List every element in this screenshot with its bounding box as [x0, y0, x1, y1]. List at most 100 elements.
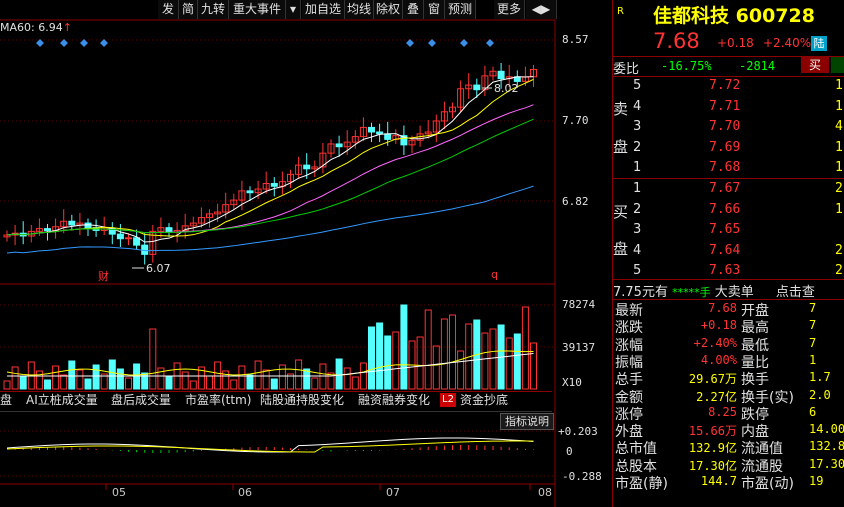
l2-badge: L2: [440, 393, 456, 407]
current-price: 7.68: [653, 29, 700, 53]
kline-chart[interactable]: [0, 0, 612, 507]
bid-level: 2: [633, 201, 642, 217]
bid-price: 7.64: [709, 242, 741, 258]
stat-value-2: 7: [809, 301, 817, 315]
candle-body: [44, 228, 51, 231]
volume-unit: X10: [562, 376, 582, 389]
tab-bottom-fishing[interactable]: 资金抄底: [460, 391, 508, 409]
buy-button[interactable]: 买: [801, 57, 829, 73]
stat-value: 29.67万: [688, 372, 737, 387]
volume-bar: [149, 328, 157, 390]
stat-value-2: 1.7: [809, 370, 831, 385]
stat-row: 最新 7.68 开盘 7: [613, 300, 844, 319]
price-tick-mid: 7.70: [562, 114, 589, 127]
tab-afterhours-volume[interactable]: 盘后成交量: [111, 391, 171, 409]
volume-ma-line: [7, 353, 534, 377]
sell-button[interactable]: [831, 57, 844, 73]
bid-price: 7.63: [709, 263, 741, 278]
tab-ai-volume[interactable]: AI立桩成交量: [26, 391, 98, 409]
northbound-tag: 陆: [811, 36, 827, 51]
event-diamond-icon: [428, 39, 436, 47]
volume-bar: [108, 359, 116, 390]
volume-bar: [84, 378, 92, 390]
candle-body: [270, 183, 278, 187]
x-tick-08: 08: [538, 486, 552, 499]
ma60-label: MA60: 6.94↑: [0, 21, 72, 34]
volume-bar: [270, 378, 278, 390]
volume-bar: [384, 335, 392, 390]
volume-bar: [230, 379, 238, 390]
bid-row-4[interactable]: 4 7.64 2: [613, 241, 844, 261]
stat-value: 7.68: [708, 301, 737, 315]
stat-value-2: 1: [809, 352, 817, 367]
ask-row-2[interactable]: 2 7.69 1: [613, 138, 844, 158]
candle-body: [133, 237, 141, 246]
ma10-line: [6, 78, 534, 237]
ma60-line: [6, 185, 534, 254]
candle-body: [246, 190, 254, 194]
macd-dif-line: [6, 437, 534, 453]
price-change-pct: +2.40%: [763, 36, 812, 50]
tab-northbound-holdings[interactable]: 陆股通持股变化: [260, 391, 344, 409]
stat-row: 涨幅 +2.40% 最低 7: [613, 335, 844, 354]
volume-bar: [457, 350, 465, 390]
ask-row-5[interactable]: 5 7.72 1: [613, 76, 844, 96]
volume-bar: [206, 375, 213, 390]
event-diamond-icon: [36, 39, 44, 47]
ask-price: 7.71: [709, 98, 741, 114]
volume-bar: [238, 365, 246, 390]
ask-price: 7.68: [709, 160, 741, 175]
ask-row-3[interactable]: 3 7.70 4: [613, 117, 844, 137]
bid-price: 7.66: [709, 201, 741, 217]
price-tick-low: 6.82: [562, 195, 589, 208]
x-tick-05: 05: [112, 486, 126, 499]
candle-body: [303, 164, 311, 170]
tab-pe-ttm[interactable]: 市盈率(ttm): [185, 391, 251, 409]
candle-body: [68, 220, 76, 226]
ask-row-4[interactable]: 4 7.71 1: [613, 97, 844, 117]
candle-body: [368, 126, 375, 133]
bid-volume: 1: [835, 201, 843, 217]
ask-level: 2: [633, 139, 642, 155]
stat-row: 涨停 8.25 跌停 6: [613, 404, 844, 423]
volume-bar: [513, 333, 521, 390]
low-price-marker: 6.07: [146, 262, 171, 275]
bid-volume: 2: [835, 181, 843, 196]
ma5-line: [6, 76, 534, 243]
stat-row: 涨跌 +0.18 最高 7: [613, 317, 844, 336]
stat-value-2: 19: [809, 474, 824, 488]
macd-tick-low: -0.288: [562, 470, 602, 483]
volume-bar: [481, 332, 489, 390]
volume-bar: [181, 371, 189, 390]
financial-report-badge[interactable]: 财: [98, 268, 109, 284]
bid-row-5[interactable]: 5 7.63 2: [613, 261, 844, 281]
macd-dea-line: [6, 440, 534, 453]
ask-row-1[interactable]: 1 7.68 1: [613, 158, 844, 178]
ask-volume: 4: [835, 119, 843, 134]
indicator-help-button[interactable]: 指标说明: [500, 413, 554, 430]
bid-row-1[interactable]: 1 7.67 2: [613, 179, 844, 199]
volume-bar: [76, 369, 84, 390]
price-tick-high: 8.57: [562, 33, 589, 46]
ask-level: 1: [633, 160, 642, 175]
big-order-strip[interactable]: 7.75元有 *****手 大卖单 点击查: [613, 281, 844, 300]
stat-value: +2.40%: [693, 335, 737, 350]
stat-value-2: 17.30: [809, 456, 844, 471]
volume-bar: [19, 375, 27, 390]
bid-row-2[interactable]: 2 7.66 1: [613, 200, 844, 220]
bid-volume: 2: [835, 242, 843, 258]
tab-pan[interactable]: 盘: [0, 391, 12, 409]
bid-row-3[interactable]: 3 7.65: [613, 220, 844, 240]
event-diamond-icon: [60, 39, 68, 47]
volume-bar: [311, 377, 319, 390]
stat-row: 总市值 132.9亿 流通值 132.8: [613, 438, 844, 457]
r-badge: R: [617, 6, 624, 17]
tab-margin-change[interactable]: 融资融券变化: [358, 391, 430, 409]
ask-level: 4: [633, 98, 642, 114]
volume-bar: [368, 326, 375, 390]
volume-bar: [335, 358, 343, 390]
q-badge[interactable]: q: [491, 268, 498, 281]
volume-bar: [521, 306, 529, 390]
stat-row: 外盘 15.66万 内盘 14.00: [613, 421, 844, 440]
volume-bar: [505, 337, 513, 390]
